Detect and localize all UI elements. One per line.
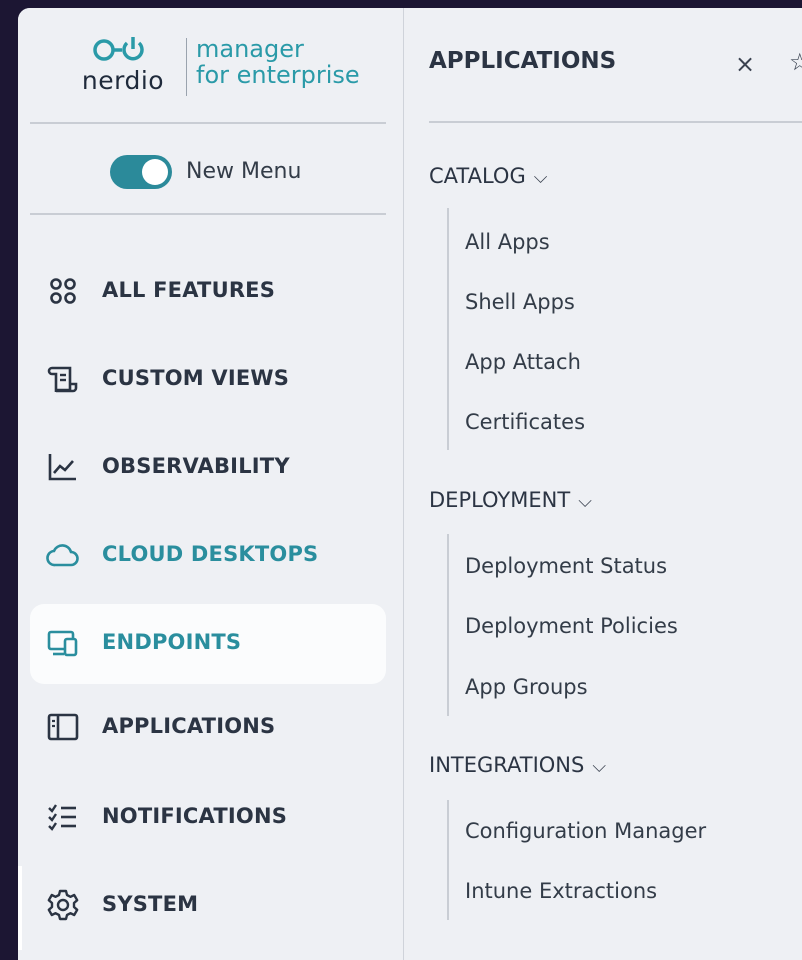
grid-circles-icon — [50, 278, 76, 304]
app-frame: nerdio manager for enterprise New Menu A… — [18, 8, 802, 960]
nav-item-label: ALL FEATURES — [102, 278, 276, 302]
nav-item-label: CLOUD DESKTOPS — [102, 542, 319, 566]
section-label: CATALOG — [429, 164, 526, 188]
chevron-down-icon: ⌵ — [578, 491, 592, 512]
section-deployment[interactable]: DEPLOYMENT ⌵ — [429, 488, 592, 512]
section-guide-line — [447, 208, 449, 450]
new-menu-toggle-label: New Menu — [186, 159, 302, 184]
nerdio-logo-mark-icon — [93, 37, 144, 61]
line-chart-icon — [48, 454, 76, 481]
section-guide-line — [447, 534, 449, 716]
nav-item-notifications[interactable]: NOTIFICATIONS — [30, 778, 386, 858]
menu-item-deployment-policies[interactable]: Deployment Policies — [465, 614, 678, 638]
section-label: DEPLOYMENT — [429, 488, 571, 512]
active-edge-marker — [18, 866, 22, 950]
chevron-down-icon: ⌵ — [533, 167, 548, 188]
applications-panel: APPLICATIONS × ☆ CATALOG ⌵ All Apps Shell… — [405, 8, 802, 960]
close-icon[interactable]: × — [735, 50, 755, 78]
brand-wordmark: nerdio — [81, 66, 165, 95]
section-catalog[interactable]: CATALOG ⌵ — [429, 164, 547, 188]
devices-icon — [47, 630, 78, 657]
menu-item-intune-extractions[interactable]: Intune Extractions — [465, 879, 657, 903]
menu-item-configuration-manager[interactable]: Configuration Manager — [465, 819, 706, 843]
menu-item-shell-apps[interactable]: Shell Apps — [465, 290, 575, 314]
gear-icon — [47, 889, 79, 921]
checklist-icon — [48, 804, 76, 831]
app-window-icon — [47, 713, 79, 741]
nav-item-all-features[interactable]: ALL FEATURES — [30, 252, 386, 332]
brand-product-line2: for enterprise — [196, 61, 360, 89]
brand-logo[interactable]: nerdio manager for enterprise — [68, 30, 368, 100]
menu-item-app-groups[interactable]: App Groups — [465, 675, 588, 699]
nav-item-label: OBSERVABILITY — [102, 454, 290, 478]
nav-item-label: NOTIFICATIONS — [102, 804, 288, 828]
menu-item-certificates[interactable]: Certificates — [465, 410, 585, 434]
nav-item-cloud-desktops[interactable]: CLOUD DESKTOPS — [30, 516, 386, 596]
divider — [30, 213, 386, 215]
nav-item-observability[interactable]: OBSERVABILITY — [30, 428, 386, 508]
new-menu-toggle[interactable] — [110, 155, 172, 189]
pin-icon[interactable]: ☆ — [789, 48, 802, 76]
section-guide-line — [447, 800, 449, 920]
nav-item-custom-views[interactable]: CUSTOM VIEWS — [30, 340, 386, 420]
divider — [429, 121, 802, 123]
section-integrations[interactable]: INTEGRATIONS ⌵ — [429, 753, 606, 777]
chevron-down-icon: ⌵ — [592, 756, 606, 777]
cloud-icon — [46, 544, 79, 567]
panel-title: APPLICATIONS — [429, 48, 617, 74]
logo-divider — [186, 38, 187, 96]
scroll-icon — [47, 366, 78, 393]
nav-item-system[interactable]: SYSTEM — [30, 866, 386, 946]
nav-item-label: SYSTEM — [102, 892, 199, 916]
nav-item-label: ENDPOINTS — [102, 630, 242, 654]
brand-product-name: manager for enterprise — [196, 36, 360, 88]
divider — [30, 122, 386, 124]
nav-item-endpoints[interactable]: ENDPOINTS — [30, 604, 386, 684]
sidebar: nerdio manager for enterprise New Menu A… — [18, 8, 404, 960]
nav-item-label: CUSTOM VIEWS — [102, 366, 290, 390]
nav-item-applications[interactable]: APPLICATIONS — [30, 688, 386, 768]
menu-item-all-apps[interactable]: All Apps — [465, 230, 550, 254]
toggle-knob — [142, 159, 168, 185]
section-label: INTEGRATIONS — [429, 753, 585, 777]
nav-item-label: APPLICATIONS — [102, 714, 276, 738]
menu-item-deployment-status[interactable]: Deployment Status — [465, 554, 667, 578]
menu-item-app-attach[interactable]: App Attach — [465, 350, 581, 374]
brand-product-line1: manager — [196, 35, 304, 63]
